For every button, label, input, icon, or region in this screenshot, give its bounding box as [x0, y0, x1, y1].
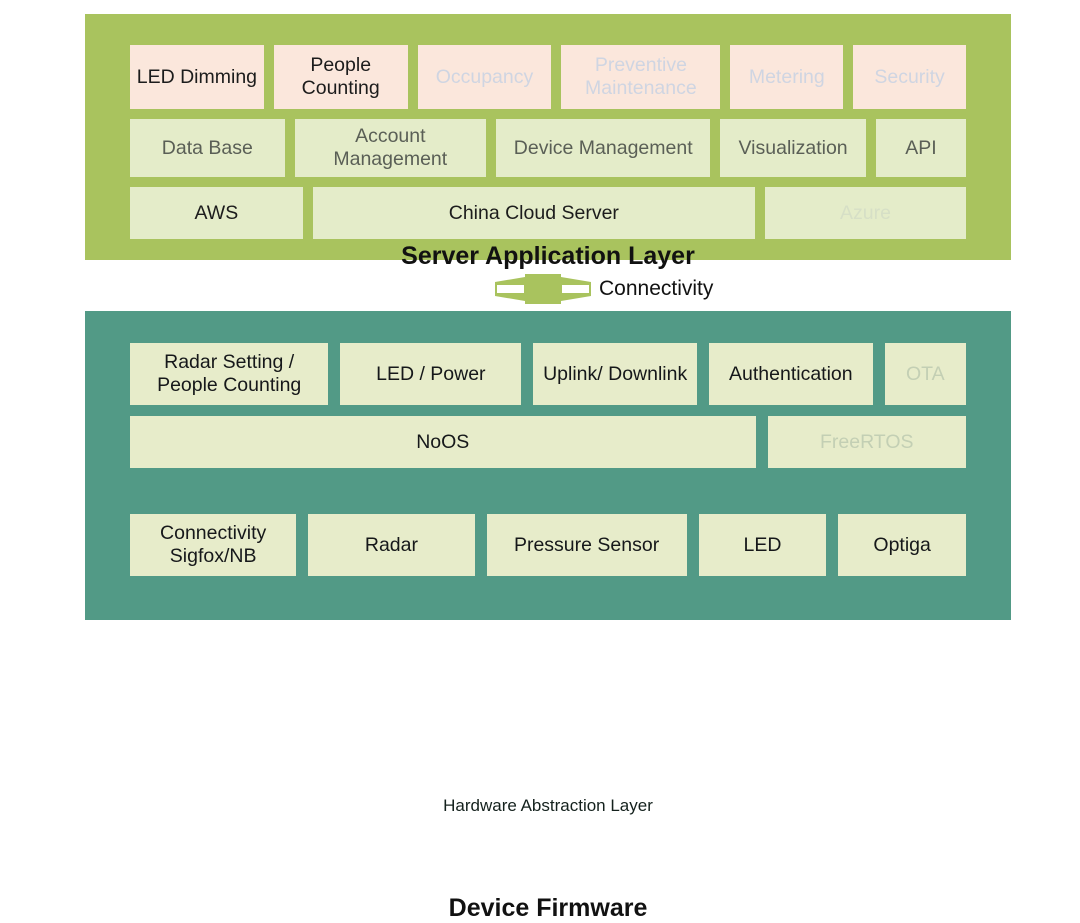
server-services-row: Data Base Account Management Device Manage…	[130, 119, 967, 177]
diagram-box: API	[875, 119, 967, 177]
diagram-box: Data Base	[130, 119, 285, 177]
firmware-modules-row: Radar Setting / People Counting LED / Pow…	[130, 343, 966, 405]
diagram-box: OTA	[884, 343, 966, 405]
diagram-box: Device Management	[496, 119, 711, 177]
diagram-box: Radar	[308, 514, 475, 576]
server-applications-row: LED Dimming People Counting Occupancy Preve…	[130, 45, 966, 109]
connectivity-label: Connectivity	[599, 277, 714, 300]
diagram-box: LED / Power	[340, 343, 522, 405]
device-firmware-layer-panel: Radar Setting / People Counting LED / Pow…	[85, 311, 1011, 922]
diagram-box: People Counting	[273, 45, 408, 109]
diagram-box: Metering	[730, 45, 844, 109]
connectivity-connector: Connectivity	[495, 272, 795, 306]
double-arrow-connector-icon	[495, 274, 591, 304]
diagram-box: Authentication	[709, 343, 873, 405]
hardware-abstraction-layer-label: Hardware Abstraction Layer	[443, 796, 653, 815]
server-application-layer-panel: LED Dimming People Counting Occupancy Preve…	[85, 14, 1011, 270]
diagram-box: AWS	[130, 187, 303, 239]
diagram-box: Preventive Maintenance	[561, 45, 721, 109]
diagram-box: Pressure Sensor	[486, 514, 687, 576]
hardware-components-row: Connectivity Sigfox/NB Radar Pressure Sens…	[130, 514, 966, 576]
diagram-box: FreeRTOS	[767, 416, 966, 468]
device-layer-title: Device Firmware	[448, 894, 648, 922]
diagram-box: Security	[853, 45, 966, 109]
diagram-box: Account Management	[294, 119, 486, 177]
diagram-box: NoOS	[130, 416, 756, 468]
diagram-box: LED	[698, 514, 827, 576]
diagram-box: LED Dimming	[130, 45, 264, 109]
diagram-box: Connectivity Sigfox/NB	[130, 514, 297, 576]
diagram-box: Radar Setting / People Counting	[130, 343, 329, 405]
diagram-box: Uplink/ Downlink	[533, 343, 697, 405]
server-layer-title: Server Application Layer	[401, 242, 695, 270]
diagram-box: Azure	[764, 187, 967, 239]
diagram-box: Optiga	[838, 514, 966, 576]
operating-systems-row: NoOS FreeRTOS	[130, 416, 966, 468]
server-cloud-providers-row: AWS China Cloud Server Azure	[130, 187, 967, 239]
diagram-box: Visualization	[720, 119, 866, 177]
diagram-box: China Cloud Server	[312, 187, 755, 239]
architecture-diagram: LED Dimming People Counting Occupancy Preve…	[0, 0, 1080, 922]
diagram-box: Occupancy	[417, 45, 552, 109]
